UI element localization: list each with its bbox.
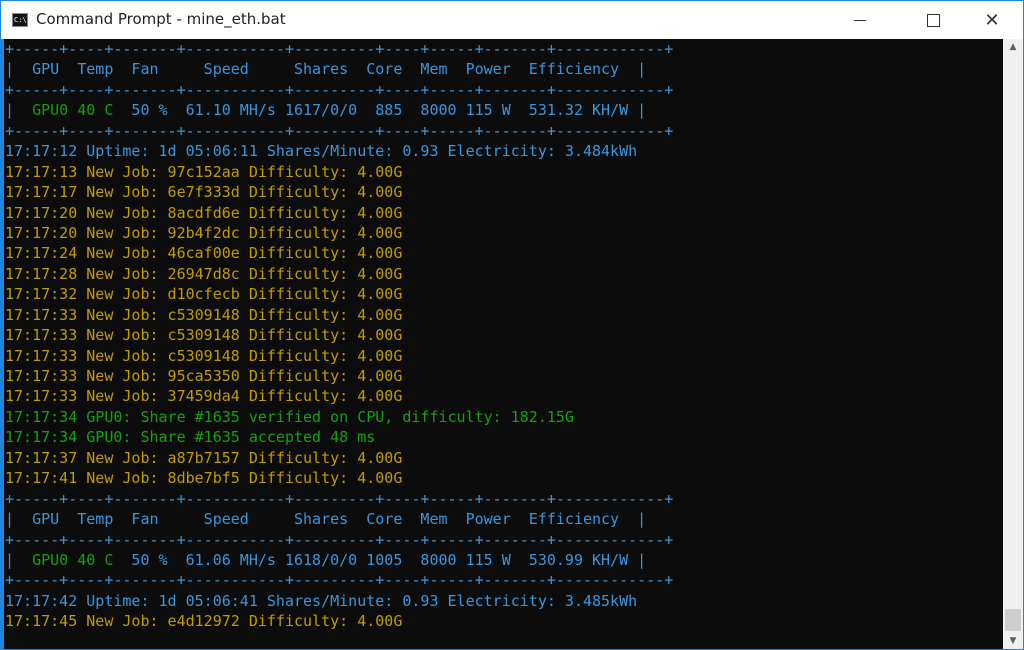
window-title: Command Prompt - mine_eth.bat — [36, 10, 286, 28]
console-line: 17:17:28 New Job: 26947d8c Difficulty: 4… — [5, 264, 403, 283]
minimize-icon — [854, 19, 866, 21]
console-line: 17:17:32 New Job: d10cfecb Difficulty: 4… — [5, 285, 403, 304]
console-line: +-----+----+-------+-----------+--------… — [5, 121, 674, 140]
console-line: +-----+----+-------+-----------+--------… — [5, 80, 674, 99]
console-line: 17:17:33 New Job: c5309148 Difficulty: 4… — [5, 305, 403, 324]
console-line: 17:17:41 New Job: 8dbe7bf5 Difficulty: 4… — [5, 469, 403, 488]
console-lines: +-----+----+-------+-----------+--------… — [5, 39, 673, 632]
console-line: 17:17:20 New Job: 8acdfd6e Difficulty: 4… — [5, 203, 403, 222]
console-line: +-----+----+-------+-----------+--------… — [5, 40, 674, 58]
scroll-up-arrow-icon: ▲ — [1009, 42, 1017, 52]
console-line: | GPU0 40 C 50 % 61.06 MH/s 1618/0/0 100… — [5, 550, 647, 569]
maximize-icon — [926, 13, 940, 27]
console-output[interactable]: +-----+----+-------+-----------+--------… — [1, 39, 1003, 649]
console-line: 17:17:33 New Job: 37459da4 Difficulty: 4… — [5, 387, 403, 406]
console-line: | GPU Temp Fan Speed Shares Core Mem Pow… — [5, 510, 647, 529]
console-line: 17:17:45 New Job: e4d12972 Difficulty: 4… — [5, 612, 403, 631]
console-line: | GPU0 40 C 50 % 61.10 MH/s 1617/0/0 885… — [5, 101, 647, 120]
window-border-left — [1, 39, 4, 649]
title-bar[interactable]: C:\ Command Prompt - mine_eth.bat ✕ — [1, 1, 1023, 39]
console-line: 17:17:12 Uptime: 1d 05:06:11 Shares/Minu… — [5, 142, 638, 161]
command-prompt-window: C:\ Command Prompt - mine_eth.bat ✕ +---… — [0, 0, 1024, 650]
console-line: 17:17:13 New Job: 97c152aa Difficulty: 4… — [5, 162, 403, 181]
scroll-down-arrow-icon: ▼ — [1009, 636, 1017, 646]
console-line: +-----+----+-------+-----------+--------… — [5, 489, 674, 508]
cmd-icon: C:\ — [12, 13, 28, 27]
console-line: 17:17:33 New Job: 95ca5350 Difficulty: 4… — [5, 367, 403, 385]
vertical-scrollbar[interactable] — [1003, 39, 1023, 649]
scroll-up-button[interactable]: ▲ — [1003, 39, 1023, 55]
minimize-button[interactable] — [837, 1, 883, 39]
console-line: 17:17:17 New Job: 6e7f333d Difficulty: 4… — [5, 183, 403, 202]
console-line: 17:17:24 New Job: 46caf00e Difficulty: 4… — [5, 244, 403, 263]
console-line: 17:17:34 GPU0: Share #1635 accepted 48 m… — [5, 428, 376, 447]
maximize-button[interactable] — [910, 1, 956, 39]
console-line: +-----+----+-------+-----------+--------… — [5, 571, 674, 590]
console-line: +-----+----+-------+-----------+--------… — [5, 530, 674, 549]
console-line: 17:17:34 GPU0: Share #1635 verified on C… — [5, 407, 574, 426]
console-line: 17:17:37 New Job: a87b7157 Difficulty: 4… — [5, 448, 403, 467]
console-line: | GPU Temp Fan Speed Shares Core Mem Pow… — [5, 60, 647, 79]
scrollbar-thumb[interactable] — [1005, 609, 1021, 631]
console-line: 17:17:33 New Job: c5309148 Difficulty: 4… — [5, 346, 403, 365]
scroll-down-button[interactable]: ▼ — [1003, 633, 1023, 649]
close-icon: ✕ — [984, 9, 1000, 31]
console-line: 17:17:33 New Job: c5309148 Difficulty: 4… — [5, 326, 403, 345]
close-button[interactable]: ✕ — [969, 1, 1015, 39]
console-line: 17:17:20 New Job: 92b4f2dc Difficulty: 4… — [5, 223, 403, 242]
console-line: 17:17:42 Uptime: 1d 05:06:41 Shares/Minu… — [5, 591, 638, 610]
